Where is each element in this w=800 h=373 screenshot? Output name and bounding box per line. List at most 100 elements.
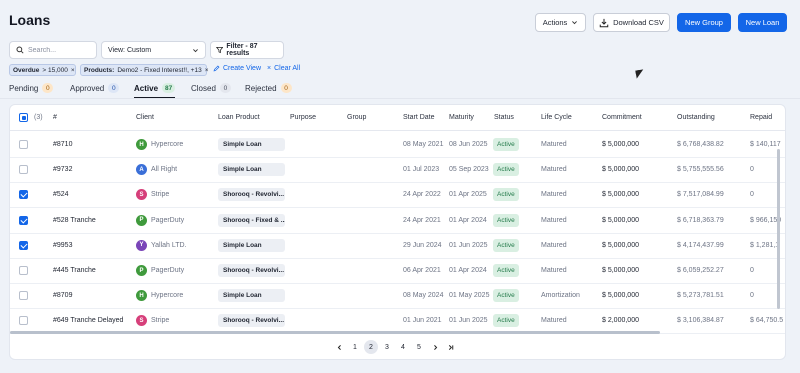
- row-checkbox[interactable]: [19, 190, 28, 200]
- page-button-1[interactable]: 1: [348, 340, 362, 354]
- horizontal-scrollbar[interactable]: [10, 331, 660, 334]
- loan-product-badge: Simple Loan: [218, 289, 285, 303]
- row-checkbox[interactable]: [19, 240, 28, 250]
- column-header-repaid[interactable]: Repaid: [750, 114, 772, 121]
- close-icon[interactable]: ×: [205, 67, 209, 74]
- client-name[interactable]: Yallah LTD.: [151, 242, 187, 249]
- filter-chip-products[interactable]: Products: Demo2 - Fixed Interest!!, +13 …: [80, 64, 209, 76]
- repaid-amount: 0: [750, 292, 754, 300]
- column-header-outstanding[interactable]: Outstanding: [677, 114, 715, 121]
- search-field[interactable]: [9, 41, 97, 59]
- new-group-button[interactable]: New Group: [677, 13, 731, 32]
- column-header-loan-product[interactable]: Loan Product: [218, 114, 260, 121]
- last-page-button[interactable]: [444, 340, 458, 354]
- row-checkbox[interactable]: [19, 266, 28, 275]
- page-button-5[interactable]: 5: [412, 340, 426, 354]
- repaid-amount: 0: [750, 267, 754, 274]
- search-input[interactable]: [28, 46, 90, 54]
- client-name[interactable]: Hypercore: [151, 141, 183, 148]
- filter-button[interactable]: Filter - 87 results: [210, 41, 284, 59]
- column-header-commitment[interactable]: Commitment: [602, 114, 642, 121]
- chip-key: Products:: [84, 66, 115, 74]
- create-view-link[interactable]: Create View: [213, 65, 261, 72]
- maturity-date: 01 Apr 2024: [449, 216, 487, 224]
- client-avatar: H: [136, 139, 147, 150]
- loan-id[interactable]: #445 Tranche: [53, 267, 96, 274]
- status-badge: Active: [493, 238, 519, 252]
- loan-id[interactable]: #8710: [53, 141, 72, 148]
- client-name[interactable]: PagerDuty: [151, 267, 184, 274]
- filter-chip-overdue[interactable]: Overdue > 15,000 ×: [9, 64, 76, 76]
- client-name[interactable]: Stripe: [151, 317, 169, 324]
- loan-id[interactable]: #9732: [53, 166, 72, 173]
- next-page-button[interactable]: [428, 340, 442, 354]
- table-row[interactable]: #9732 A All Right Simple Loan 01 Jul 2023 05 …: [10, 158, 785, 184]
- column-header-client[interactable]: Client: [136, 114, 154, 121]
- table-row[interactable]: #524 S Stripe Shorooq - Revolvi... 24 Apr 20…: [10, 183, 785, 209]
- download-csv-button[interactable]: Download CSV: [593, 13, 670, 32]
- status-badge: Active: [493, 188, 519, 202]
- loan-id[interactable]: #8709: [53, 292, 72, 299]
- column-header-status[interactable]: Status: [494, 114, 514, 121]
- loan-product-badge: Shorooq - Revolvi...: [218, 264, 285, 277]
- client-name[interactable]: Stripe: [151, 191, 169, 198]
- tab-rejected[interactable]: Rejected 0: [245, 80, 292, 96]
- client-name[interactable]: All Right: [151, 166, 177, 173]
- tab-count-badge: 0: [42, 83, 54, 93]
- column-header-maturity[interactable]: Maturity: [449, 114, 474, 121]
- close-icon[interactable]: ×: [71, 67, 75, 74]
- commitment-amount: $ 5,000,000: [602, 241, 639, 249]
- tab-count-badge: 0: [108, 83, 120, 93]
- table-row[interactable]: #528 Tranche P PagerDuty Shorooq - Fixed & …: [10, 209, 785, 234]
- chevron-down-icon: [193, 48, 198, 52]
- start-date: 01 Jun 2021: [403, 317, 442, 325]
- client-name[interactable]: PagerDuty: [151, 217, 184, 224]
- row-checkbox[interactable]: [19, 140, 28, 149]
- loan-product-badge: Shorooq - Revolvi...: [218, 314, 285, 328]
- loan-id[interactable]: #9953: [53, 242, 72, 249]
- tab-active[interactable]: Active 87: [134, 80, 176, 99]
- tab-closed[interactable]: Closed 0: [191, 80, 231, 96]
- column-header-id[interactable]: #: [53, 114, 57, 121]
- start-date: 08 May 2021: [403, 141, 444, 148]
- outstanding-amount: $ 6,768,438.82: [677, 141, 724, 148]
- column-header-start-date[interactable]: Start Date: [403, 114, 435, 121]
- loans-table: (3) # Client Loan Product Purpose Group …: [9, 104, 786, 360]
- column-header-purpose[interactable]: Purpose: [290, 114, 316, 121]
- page-button-2[interactable]: 2: [364, 340, 378, 354]
- vertical-scrollbar[interactable]: [777, 149, 780, 309]
- row-checkbox[interactable]: [19, 316, 28, 326]
- table-row[interactable]: #9953 Y Yallah LTD. Simple Loan 29 Jun 2024 0…: [10, 234, 785, 259]
- table-row[interactable]: #8710 H Hypercore Simple Loan 08 May 2021 08 …: [10, 133, 785, 158]
- maturity-date: 05 Sep 2023: [449, 166, 489, 174]
- loan-id[interactable]: #524: [53, 191, 69, 198]
- tab-count-badge: 0: [280, 83, 292, 93]
- new-loan-button[interactable]: New Loan: [738, 13, 787, 32]
- page-button-3[interactable]: 3: [380, 340, 394, 354]
- tab-pending[interactable]: Pending 0: [9, 80, 54, 96]
- loan-id[interactable]: #649 Tranche Delayed: [53, 317, 123, 324]
- start-date: 24 Apr 2021: [403, 216, 441, 224]
- table-row[interactable]: #8709 H Hypercore Simple Loan 08 May 2024 01 …: [10, 284, 785, 310]
- page-button-4[interactable]: 4: [396, 340, 410, 354]
- life-cycle: Matured: [541, 267, 567, 274]
- client-name[interactable]: Hypercore: [151, 292, 183, 299]
- select-all-checkbox[interactable]: [19, 113, 28, 122]
- row-checkbox[interactable]: [19, 165, 28, 175]
- outstanding-amount: $ 6,718,363.79: [677, 216, 724, 224]
- prev-page-button[interactable]: [332, 340, 346, 354]
- view-select[interactable]: View: Custom: [101, 41, 206, 59]
- loan-id[interactable]: #528 Tranche: [53, 217, 96, 224]
- column-header-life-cycle[interactable]: Life Cycle: [541, 114, 572, 121]
- table-row[interactable]: #445 Tranche P PagerDuty Shorooq - Revolvi.…: [10, 259, 785, 284]
- commitment-amount: $ 5,000,000: [602, 292, 639, 300]
- tab-approved[interactable]: Approved 0: [70, 80, 120, 96]
- outstanding-amount: $ 3,106,384.87: [677, 317, 724, 325]
- row-checkbox[interactable]: [19, 291, 28, 301]
- clear-all-link[interactable]: × Clear All: [267, 65, 300, 72]
- column-header-group[interactable]: Group: [347, 114, 366, 121]
- actions-dropdown-button[interactable]: Actions: [535, 13, 586, 32]
- row-checkbox[interactable]: [19, 215, 28, 225]
- maturity-date: 01 Jun 2025: [449, 241, 488, 249]
- maturity-date: 01 Apr 2025: [449, 191, 487, 199]
